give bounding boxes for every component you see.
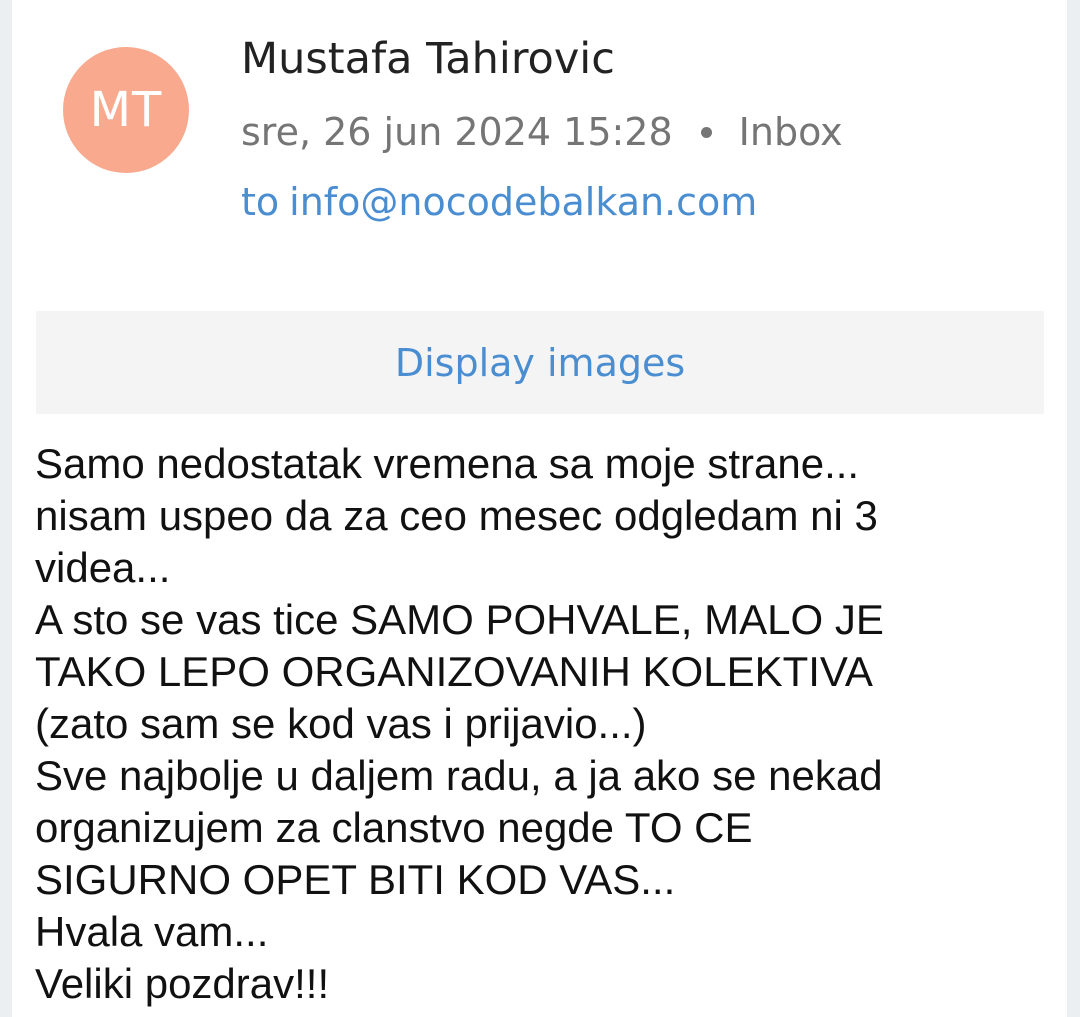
email-view: MT Mustafa Tahirovic sre, 26 jun 2024 15… — [12, 0, 1067, 1017]
separator-dot-icon — [700, 126, 712, 138]
recipient-line[interactable]: to info@nocodebalkan.com — [241, 180, 757, 224]
body-line: SIGURNO OPET BITI KOD VAS... — [35, 856, 676, 903]
email-body: Samo nedostatak vremena sa moje strane..… — [35, 438, 1045, 1010]
folder-label[interactable]: Inbox — [739, 110, 843, 154]
display-images-button[interactable]: Display images — [36, 311, 1044, 414]
body-line: Hvala vam... — [35, 908, 269, 955]
body-line: A sto se vas tice SAMO POHVALE, MALO JE — [35, 596, 884, 643]
body-line: (zato sam se kod vas i prijavio...) — [35, 700, 647, 747]
recipient-address[interactable]: info@nocodebalkan.com — [289, 180, 757, 224]
body-line: Samo nedostatak vremena sa moje strane..… — [35, 440, 860, 487]
body-line: Veliki pozdrav!!! — [35, 960, 330, 1007]
body-line: videa... — [35, 544, 171, 591]
avatar[interactable]: MT — [63, 47, 189, 173]
body-line: Sve najbolje u daljem radu, a ja ako se … — [35, 752, 883, 799]
recipient-prefix: to — [241, 180, 280, 224]
body-line: TAKO LEPO ORGANIZOVANIH KOLEKTIVA — [35, 648, 873, 695]
body-line: nisam uspeo da za ceo mesec odgledam ni … — [35, 492, 878, 539]
sender-name[interactable]: Mustafa Tahirovic — [241, 34, 615, 84]
email-meta: sre, 26 jun 2024 15:28 Inbox — [241, 110, 843, 154]
email-date: sre, 26 jun 2024 15:28 — [241, 110, 673, 154]
body-line: organizujem za clanstvo negde TO CE — [35, 804, 753, 851]
